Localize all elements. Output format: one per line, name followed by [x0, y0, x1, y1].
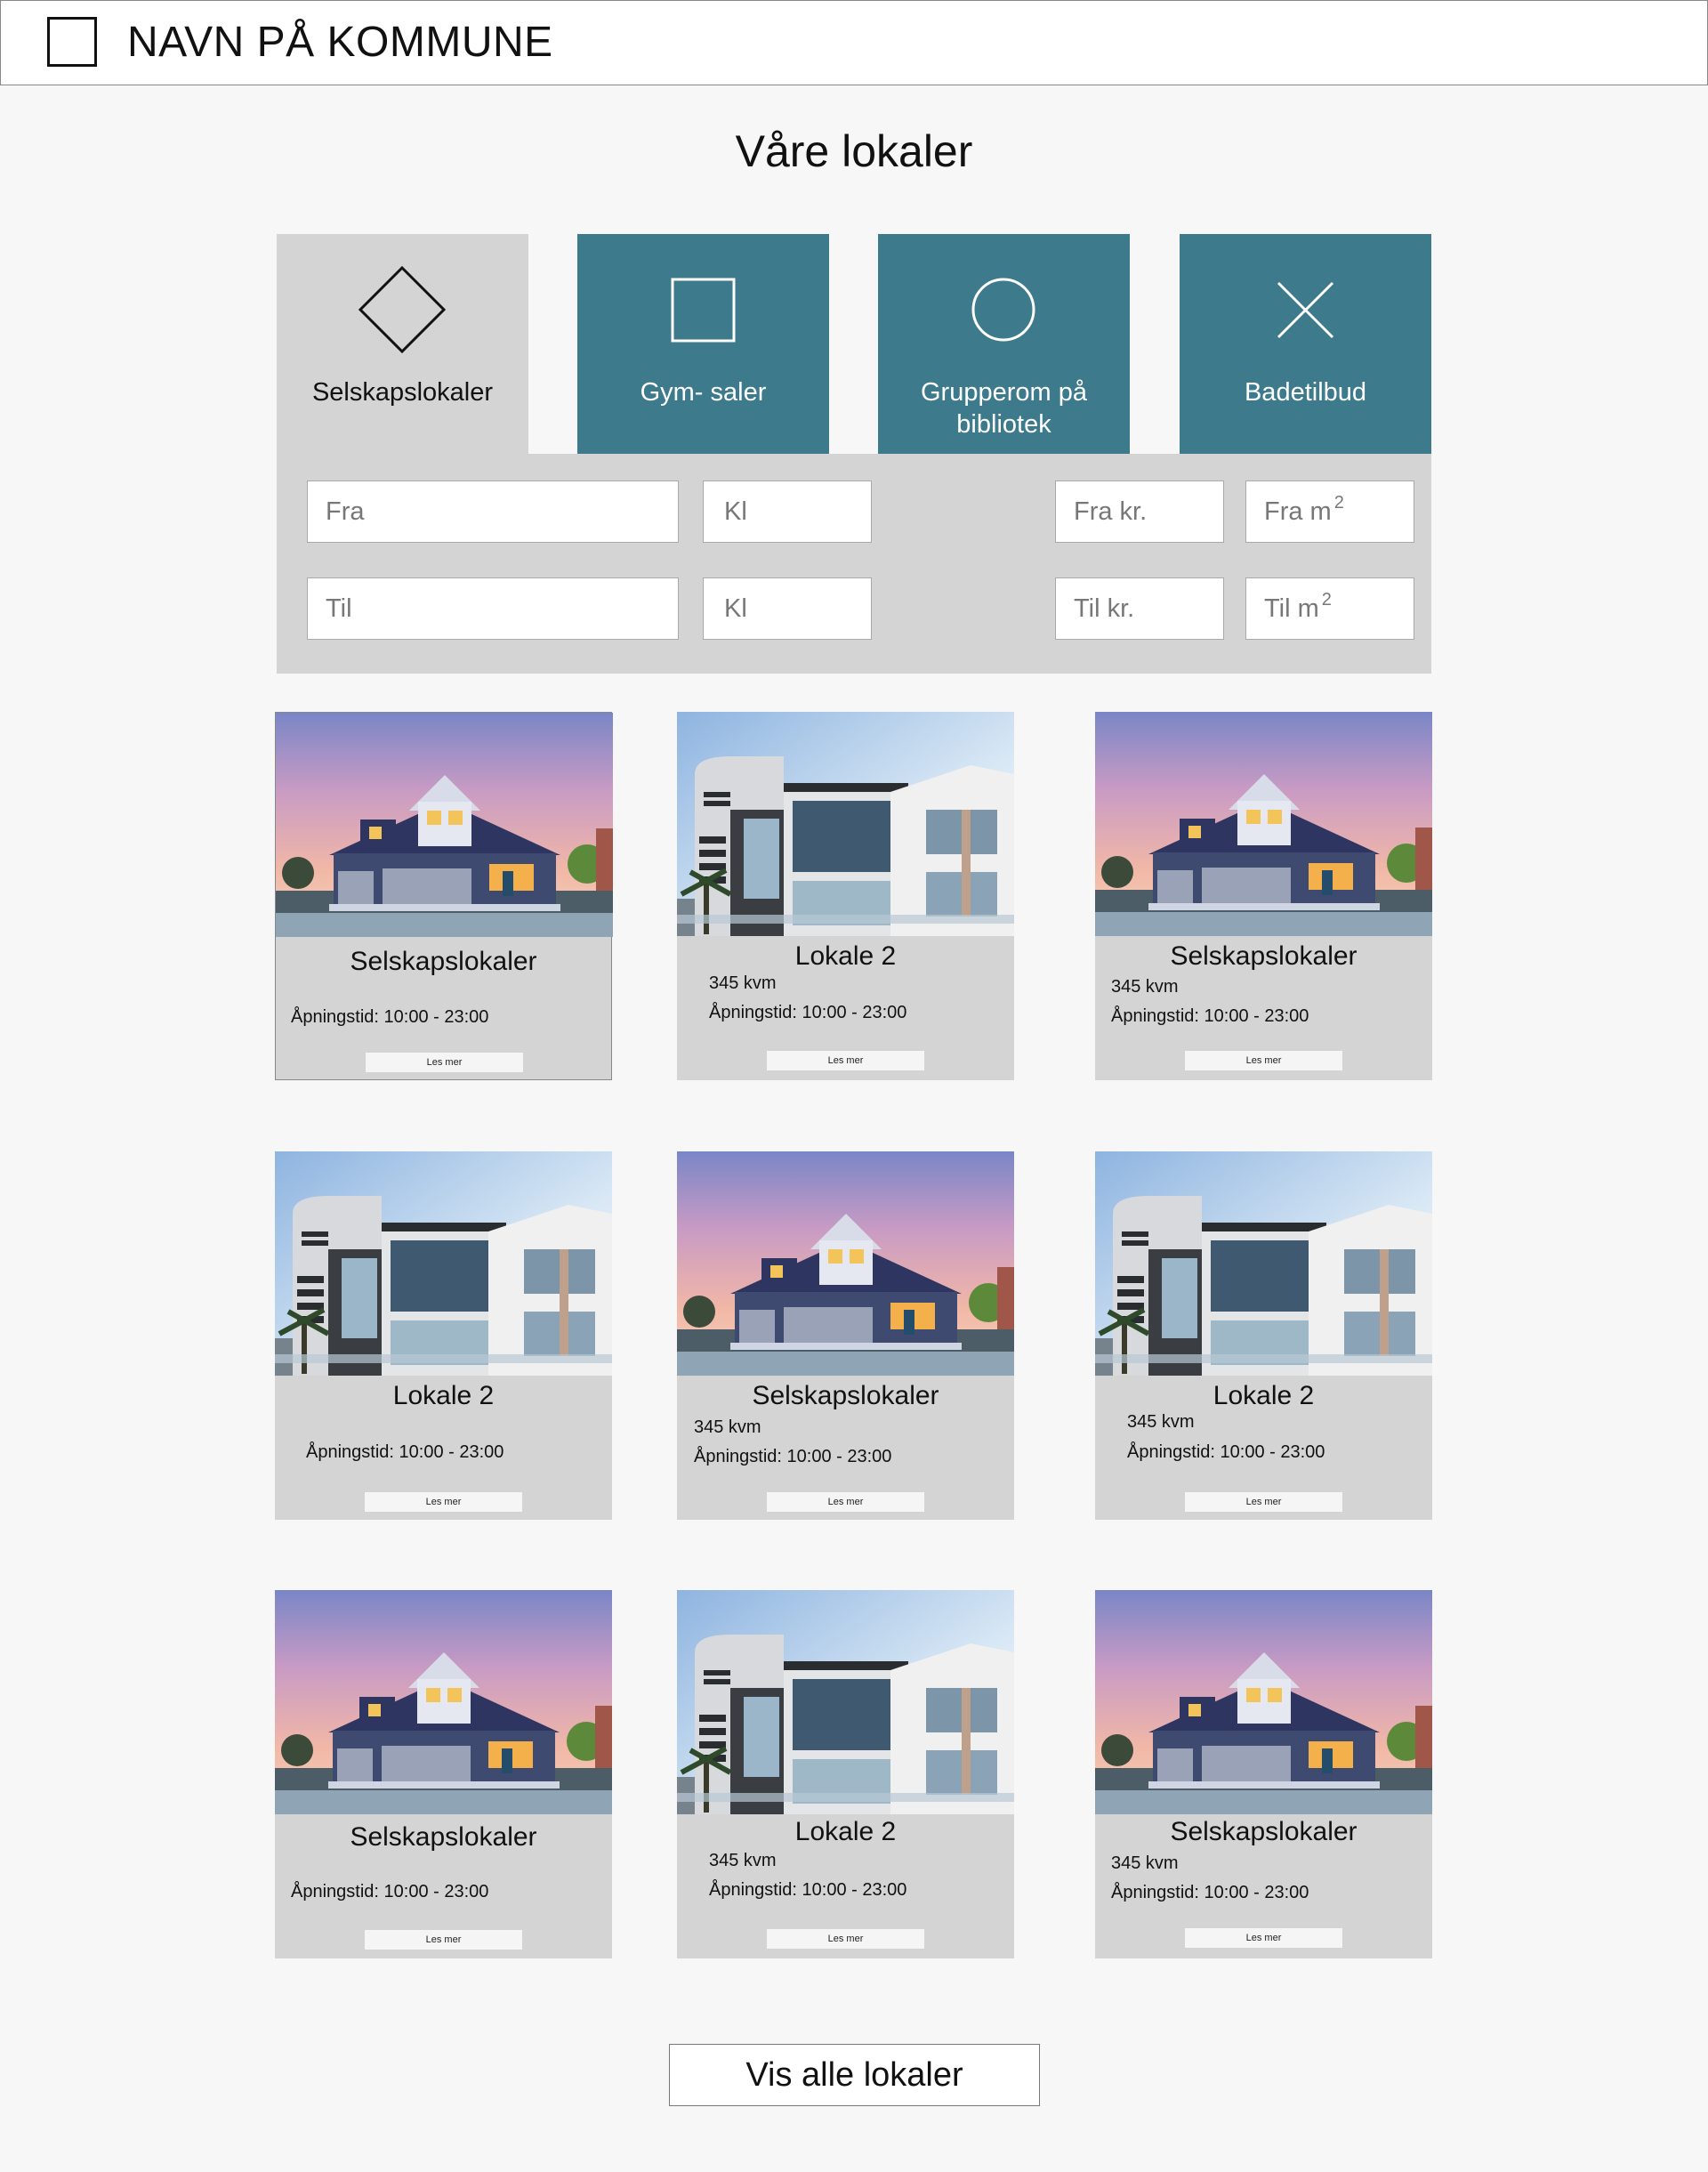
card-title: Lokale 2: [794, 1817, 897, 1846]
modern-building-image: [275, 1151, 612, 1376]
tab-badetilbud[interactable]: Badetilbud: [1180, 234, 1431, 454]
tab-label: Badetilbud: [1244, 378, 1367, 407]
card-hours: Åpningstid: 10:00 - 23:00: [694, 1447, 892, 1466]
modern-building-image: [1095, 1151, 1432, 1376]
modern-building-image: [677, 1590, 1014, 1814]
card-size: 345 kvm: [709, 973, 777, 993]
house-image: [1095, 1590, 1432, 1814]
diamond-icon: [358, 265, 447, 354]
read-more-button[interactable]: Les mer: [767, 1929, 924, 1949]
filter-panel: Fra Til Kl Kl Fra kr. Til kr. Fra m2 Til…: [277, 454, 1431, 674]
tab-selskapslokaler[interactable]: Selskapslokaler: [277, 234, 528, 454]
read-more-button[interactable]: Les mer: [767, 1492, 924, 1512]
house-image: [275, 1590, 612, 1814]
read-more-button[interactable]: Les mer: [1185, 1492, 1342, 1512]
card-size: 345 kvm: [1127, 1412, 1195, 1432]
card-title: Selskapslokaler: [350, 947, 537, 976]
venue-card[interactable]: Selskapslokaler Åpningstid: 10:00 - 23:0…: [275, 712, 613, 1080]
tab-grupperom[interactable]: Grupperom på bibliotek: [878, 234, 1130, 454]
card-hours: Åpningstid: 10:00 - 23:00: [709, 1003, 907, 1022]
read-more-button[interactable]: Les mer: [1185, 1051, 1342, 1070]
venue-card[interactable]: Lokale 2 345 kvm Åpningstid: 10:00 - 23:…: [1095, 1151, 1432, 1520]
venue-card[interactable]: Lokale 2 345 kvm Åpningstid: 10:00 - 23:…: [677, 712, 1014, 1080]
card-title: Lokale 2: [794, 941, 897, 971]
modern-building-image: [677, 712, 1014, 936]
venue-card[interactable]: Lokale 2 345 kvm Åpningstid: 10:00 - 23:…: [677, 1590, 1014, 1958]
venue-card[interactable]: Selskapslokaler 345 kvm Åpningstid: 10:0…: [1095, 712, 1432, 1080]
to-price-input[interactable]: Til kr.: [1055, 577, 1224, 640]
venue-card[interactable]: Lokale 2 Åpningstid: 10:00 - 23:00 Les m…: [275, 1151, 612, 1520]
card-hours: Åpningstid: 10:00 - 23:00: [1127, 1442, 1325, 1462]
from-time-input[interactable]: Kl: [703, 480, 872, 543]
show-all-button[interactable]: Vis alle lokaler: [669, 2044, 1040, 2106]
to-area-input[interactable]: Til m2: [1245, 577, 1414, 640]
circle-icon: [971, 278, 1035, 342]
card-size: 345 kvm: [709, 1851, 777, 1870]
venue-card[interactable]: Selskapslokaler 345 kvm Åpningstid: 10:0…: [1095, 1590, 1432, 1958]
card-title: Selskapslokaler: [752, 1381, 939, 1410]
read-more-button[interactable]: Les mer: [366, 1053, 523, 1072]
venue-card[interactable]: Selskapslokaler Åpningstid: 10:00 - 23:0…: [275, 1590, 612, 1958]
from-price-input[interactable]: Fra kr.: [1055, 480, 1224, 543]
card-size: 345 kvm: [1111, 977, 1179, 997]
card-title: Selskapslokaler: [1170, 1817, 1358, 1846]
site-name[interactable]: NAVN PÅ KOMMUNE: [127, 17, 553, 69]
house-image: [276, 713, 613, 937]
tab-label: Selskapslokaler: [311, 378, 494, 407]
tab-gym-saler[interactable]: Gym- saler: [577, 234, 829, 454]
card-size: 345 kvm: [1111, 1853, 1179, 1873]
to-time-input[interactable]: Kl: [703, 577, 872, 640]
house-image: [1095, 712, 1432, 936]
site-header: NAVN PÅ KOMMUNE: [0, 0, 1708, 85]
venue-card[interactable]: Selskapslokaler 345 kvm Åpningstid: 10:0…: [677, 1151, 1014, 1520]
to-date-input[interactable]: Til: [307, 577, 679, 640]
card-hours: Åpningstid: 10:00 - 23:00: [1111, 1006, 1309, 1026]
read-more-button[interactable]: Les mer: [767, 1051, 924, 1070]
card-title: Selskapslokaler: [350, 1822, 537, 1852]
card-size: 345 kvm: [694, 1417, 761, 1437]
tab-label: Gym- saler: [640, 378, 767, 407]
page-title: Våre lokaler: [735, 126, 973, 176]
card-hours: Åpningstid: 10:00 - 23:00: [291, 1882, 489, 1902]
read-more-button[interactable]: Les mer: [365, 1930, 522, 1950]
from-date-input[interactable]: Fra: [307, 480, 679, 543]
card-title: Lokale 2: [392, 1381, 495, 1410]
card-hours: Åpningstid: 10:00 - 23:00: [306, 1442, 504, 1462]
card-title: Lokale 2: [1213, 1381, 1315, 1410]
tab-label: Grupperom på bibliotek: [921, 378, 1087, 439]
logo-placeholder-icon[interactable]: [47, 17, 97, 67]
card-hours: Åpningstid: 10:00 - 23:00: [1111, 1883, 1309, 1902]
card-title: Selskapslokaler: [1170, 941, 1358, 971]
square-icon: [671, 278, 736, 343]
house-image: [677, 1151, 1014, 1376]
x-icon: [1277, 281, 1334, 339]
read-more-button[interactable]: Les mer: [365, 1492, 522, 1512]
card-hours: Åpningstid: 10:00 - 23:00: [709, 1880, 907, 1900]
card-hours: Åpningstid: 10:00 - 23:00: [291, 1007, 489, 1027]
from-area-input[interactable]: Fra m2: [1245, 480, 1414, 543]
read-more-button[interactable]: Les mer: [1185, 1928, 1342, 1948]
